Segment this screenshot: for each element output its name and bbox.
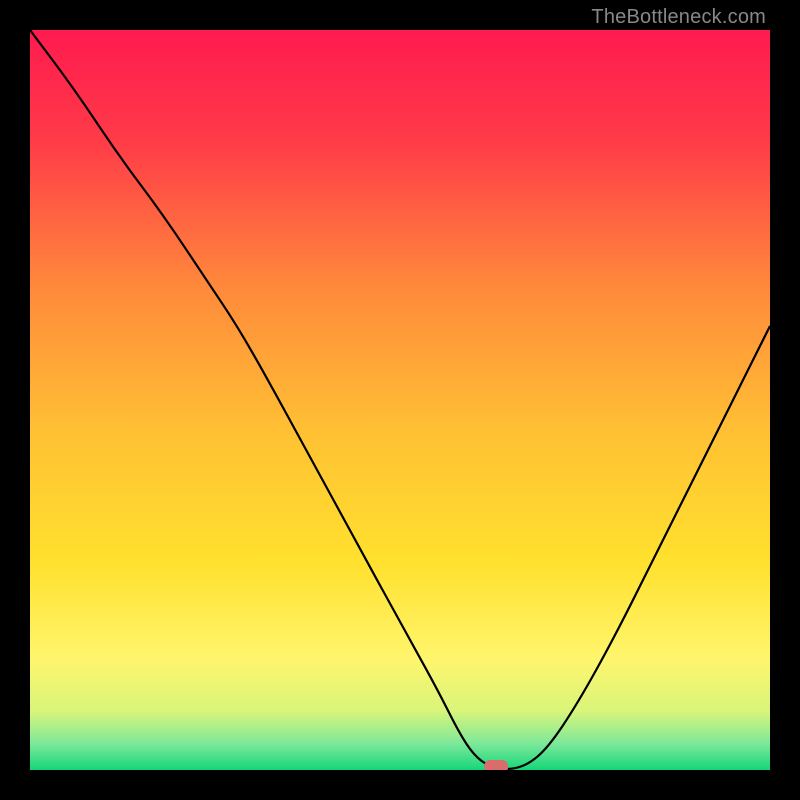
watermark-text: TheBottleneck.com xyxy=(591,6,766,29)
chart-frame: TheBottleneck.com xyxy=(0,0,800,800)
plot-area xyxy=(30,30,770,770)
background-gradient xyxy=(30,30,770,770)
